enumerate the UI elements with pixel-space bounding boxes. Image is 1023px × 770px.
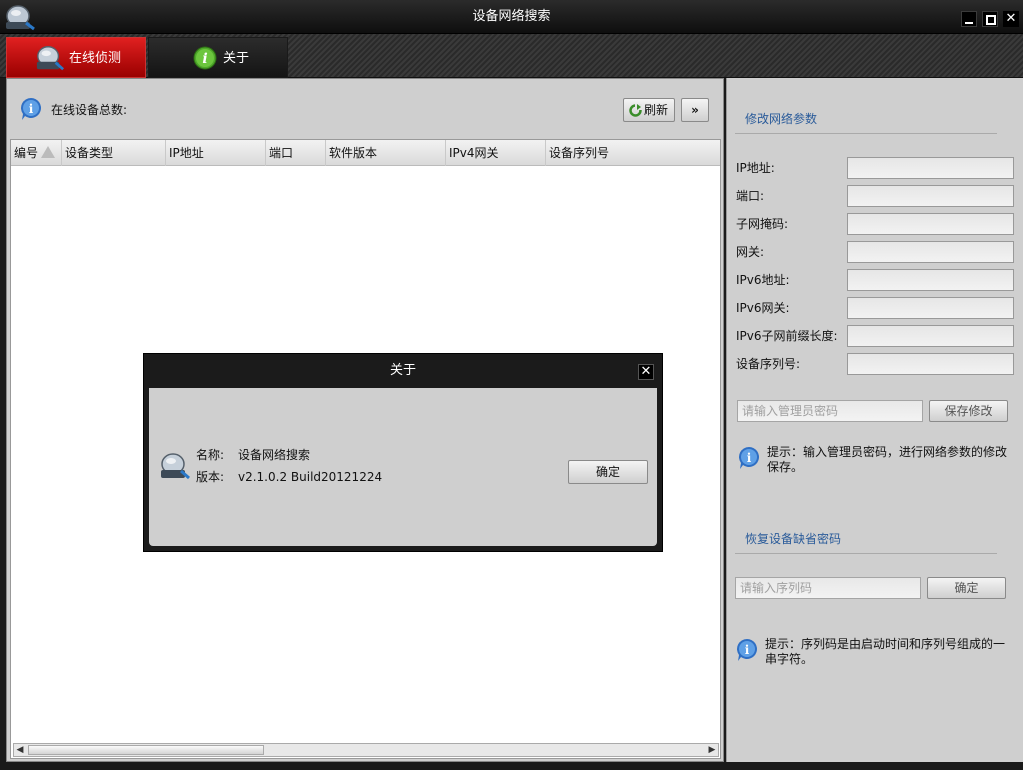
- ipv6-address-input[interactable]: [847, 269, 1014, 291]
- minimize-button[interactable]: [961, 11, 977, 27]
- horizontal-scrollbar[interactable]: ◀ ▶: [13, 743, 719, 757]
- info-icon: i: [739, 447, 759, 469]
- field-label: IPv6网关:: [736, 301, 790, 315]
- restore-password-title: 恢复设备缺省密码: [745, 532, 842, 546]
- column-header-software-version[interactable]: 软件版本: [326, 140, 446, 166]
- name-value: 设备网络搜索: [238, 448, 311, 462]
- sort-ascending-icon: [41, 146, 56, 158]
- tip-text: 提示：输入管理员密码，进行网络参数的修改: [767, 445, 1008, 459]
- svg-text:i: i: [747, 451, 752, 465]
- field-label: IPv6子网前缀长度:: [736, 329, 838, 343]
- tip-text: 保存。: [767, 460, 804, 474]
- tip-text: 提示：序列码是由启动时间和序列号组成的一: [765, 637, 1006, 651]
- network-settings-panel: 修改网络参数 IP地址: 端口: 子网掩码: 网关: IPv6地址: IPv6网…: [726, 78, 1023, 762]
- dialog-close-button[interactable]: ✕: [638, 364, 654, 380]
- field-label: IP地址:: [736, 161, 775, 175]
- column-header-port[interactable]: 端口: [266, 140, 326, 166]
- tab-label: 关于: [223, 51, 250, 66]
- port-input[interactable]: [847, 185, 1014, 207]
- ip-address-input[interactable]: [847, 157, 1014, 179]
- svg-text:i: i: [29, 102, 34, 116]
- column-header-device-type[interactable]: 设备类型: [62, 140, 166, 166]
- dialog-title: 关于: [389, 363, 416, 378]
- tip-text: 串字符。: [765, 652, 814, 666]
- about-dialog: 关于 ✕ 名称: 设备网络搜索 版本: v2.1.0.2 Build20121224…: [143, 353, 663, 552]
- device-serial-input[interactable]: [847, 353, 1014, 375]
- tab-about[interactable]: i 关于: [148, 37, 288, 78]
- tab-label: 在线侦测: [69, 51, 122, 66]
- divider: [735, 133, 997, 134]
- network-tip: 提示：输入管理员密码，进行网络参数的修改 保存。: [767, 445, 1019, 475]
- save-changes-button[interactable]: 保存修改: [929, 400, 1008, 422]
- dialog-body: 名称: 设备网络搜索 版本: v2.1.0.2 Build20121224 确定: [149, 388, 657, 546]
- divider: [735, 553, 997, 554]
- window-title: 设备网络搜索: [472, 9, 551, 24]
- scroll-left-icon[interactable]: ◀: [14, 744, 26, 756]
- field-label: 端口:: [736, 189, 765, 203]
- maximize-button[interactable]: [982, 11, 998, 27]
- version-row: 版本: v2.1.0.2 Build20121224: [196, 468, 382, 485]
- tab-online-detection[interactable]: 在线侦测: [6, 37, 146, 78]
- restore-tip: 提示：序列码是由启动时间和序列号组成的一 串字符。: [765, 637, 1019, 667]
- device-search-icon: [36, 46, 65, 71]
- info-icon: i: [737, 639, 757, 661]
- column-header-ip-address[interactable]: IP地址: [166, 140, 266, 166]
- online-device-total-label: 在线设备总数:: [51, 103, 128, 117]
- admin-password-input[interactable]: [737, 400, 923, 422]
- close-button[interactable]: ✕: [1003, 11, 1019, 27]
- ipv6-prefix-length-input[interactable]: [847, 325, 1014, 347]
- subnet-mask-input[interactable]: [847, 213, 1014, 235]
- gateway-input[interactable]: [847, 241, 1014, 263]
- scroll-right-icon[interactable]: ▶: [706, 744, 718, 756]
- tab-bar: 在线侦测 i 关于: [0, 34, 1023, 78]
- restore-confirm-button[interactable]: 确定: [927, 577, 1006, 599]
- dialog-ok-button[interactable]: 确定: [568, 460, 648, 484]
- refresh-button[interactable]: 刷新: [623, 98, 675, 122]
- app-name-row: 名称: 设备网络搜索: [196, 446, 310, 463]
- column-header-number[interactable]: 编号: [11, 140, 62, 166]
- refresh-icon: [629, 104, 642, 117]
- field-label: 设备序列号:: [736, 357, 801, 371]
- modify-network-title: 修改网络参数: [745, 112, 818, 126]
- table-header: 编号 设备类型 IP地址 端口 软件版本 IPv4网关 设备序列号: [11, 140, 720, 166]
- field-label: IPv6地址:: [736, 273, 790, 287]
- name-key: 名称:: [196, 448, 225, 462]
- refresh-label: 刷新: [643, 103, 668, 117]
- serial-code-input[interactable]: [735, 577, 921, 599]
- info-icon: i: [20, 98, 41, 120]
- column-header-ipv4-gateway[interactable]: IPv4网关: [446, 140, 546, 166]
- version-key: 版本:: [196, 470, 225, 484]
- version-value: v2.1.0.2 Build20121224: [238, 470, 383, 484]
- info-green-icon: i: [193, 46, 217, 70]
- column-label: 编号: [14, 146, 39, 160]
- column-header-serial-number[interactable]: 设备序列号: [546, 140, 720, 166]
- title-bar: 设备网络搜索 ✕: [0, 0, 1023, 34]
- scrollbar-thumb[interactable]: [28, 745, 264, 755]
- svg-text:i: i: [202, 51, 207, 67]
- field-label: 子网掩码:: [736, 217, 789, 231]
- expand-button[interactable]: »: [681, 98, 709, 122]
- device-search-icon: [161, 453, 190, 480]
- ipv6-gateway-input[interactable]: [847, 297, 1014, 319]
- field-label: 网关:: [736, 245, 765, 259]
- svg-text:i: i: [745, 643, 750, 657]
